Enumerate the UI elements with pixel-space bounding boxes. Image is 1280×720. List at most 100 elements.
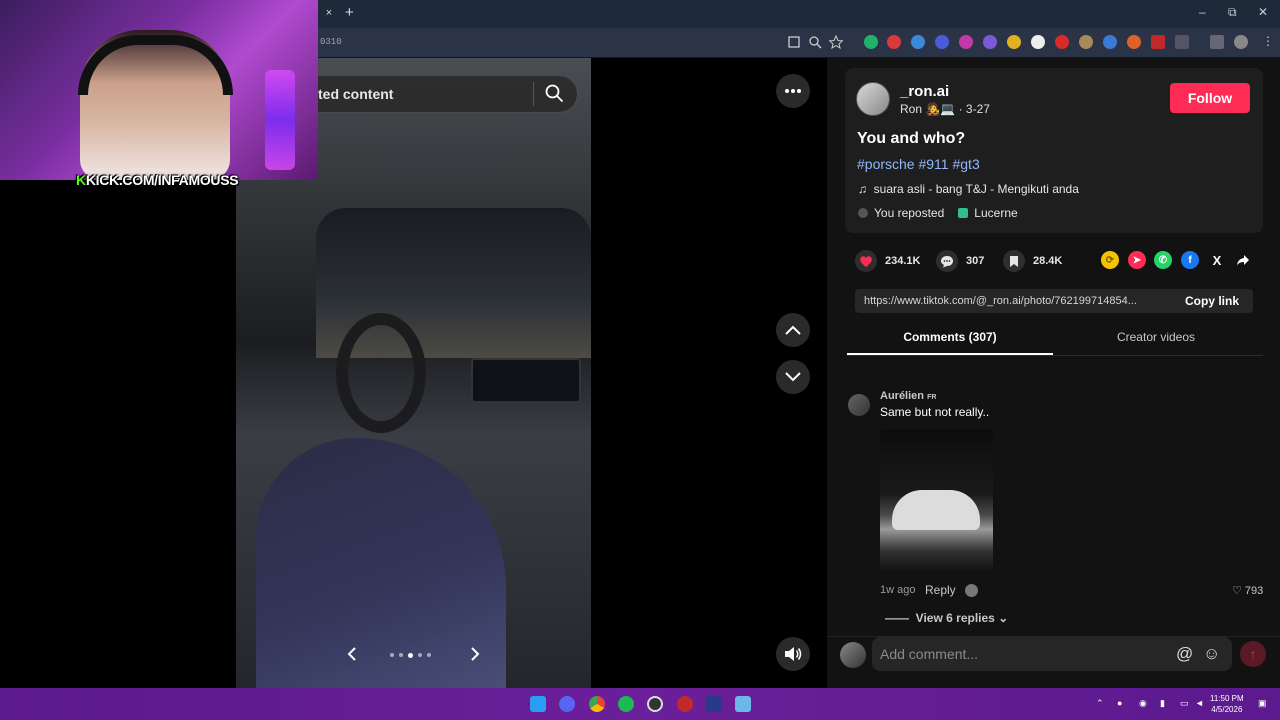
follow-button[interactable]: Follow xyxy=(1170,83,1250,113)
comment-text: Same but not really.. xyxy=(880,405,990,419)
tab-close-button[interactable]: × xyxy=(322,6,336,20)
mention-icon[interactable]: @ xyxy=(1176,644,1193,664)
extension-icon[interactable] xyxy=(1007,35,1021,49)
maximize-button[interactable]: ⧉ xyxy=(1228,5,1237,20)
tray-icon[interactable]: ● xyxy=(1117,698,1122,708)
notification-icon[interactable]: ▣ xyxy=(1258,698,1267,709)
carousel-dot[interactable] xyxy=(418,653,422,657)
photo-steering-wheel xyxy=(336,313,426,433)
carousel-prev-button[interactable] xyxy=(340,643,364,667)
heart-icon xyxy=(860,255,872,267)
extension-icon[interactable] xyxy=(959,35,973,49)
like-button[interactable]: 234.1K xyxy=(855,250,920,272)
extension-icon[interactable] xyxy=(935,35,949,49)
send-comment-button[interactable]: ↑ xyxy=(1240,641,1266,667)
carousel-dot[interactable] xyxy=(427,653,431,657)
commenter-avatar[interactable] xyxy=(848,394,870,416)
url-text[interactable]: 0310 xyxy=(320,37,342,47)
send-share-icon[interactable]: ➤ xyxy=(1128,251,1146,269)
zoom-icon[interactable] xyxy=(808,35,822,49)
more-options-button[interactable] xyxy=(776,74,810,108)
author-emojis: 🧑‍🎤💻 xyxy=(925,102,956,116)
save-button[interactable]: 28.4K xyxy=(1003,250,1062,272)
photo-dashboard-screen xyxy=(471,358,581,403)
emoji-icon[interactable]: ☺ xyxy=(1203,644,1220,664)
comment-like-button[interactable]: ♡ 793 xyxy=(1232,584,1263,597)
repost-share-icon[interactable]: ⟳ xyxy=(1101,251,1119,269)
next-video-button[interactable] xyxy=(776,360,810,394)
tray-discord-icon[interactable]: ◉ xyxy=(1139,698,1147,709)
author-avatar[interactable] xyxy=(856,82,890,116)
extension-icon[interactable] xyxy=(983,35,997,49)
minimize-button[interactable]: – xyxy=(1199,5,1206,19)
post-caption: You and who? xyxy=(857,130,966,147)
extension-icon[interactable] xyxy=(1031,35,1045,49)
previous-video-button[interactable] xyxy=(776,313,810,347)
search-icon[interactable] xyxy=(543,82,565,104)
copy-link-button[interactable]: Copy link xyxy=(1185,294,1239,308)
like-count: 234.1K xyxy=(885,255,921,267)
tray-mic-icon[interactable]: ▮ xyxy=(1160,698,1165,709)
reply-button[interactable]: Reply xyxy=(925,583,956,597)
app-icon[interactable] xyxy=(706,696,722,712)
share-more-icon[interactable] xyxy=(1234,251,1252,269)
carousel-dot[interactable] xyxy=(408,653,413,658)
carousel-dot[interactable] xyxy=(390,653,394,657)
tray-volume-icon[interactable]: ◄ xyxy=(1195,698,1204,708)
extension-icon[interactable] xyxy=(1103,35,1117,49)
music-link[interactable]: ♫ suara asli - bang T&J - Mengikuti anda xyxy=(858,182,1079,196)
search-divider xyxy=(533,82,534,106)
author-username[interactable]: _ron.ai xyxy=(900,83,949,100)
app-icon[interactable] xyxy=(735,696,751,712)
comment-button[interactable]: 307 xyxy=(936,250,984,272)
tab-comments[interactable]: Comments (307) xyxy=(847,330,1053,344)
webcam-pc-lights xyxy=(265,70,295,170)
repost-row: You reposted Lucerne xyxy=(858,206,1018,220)
tab-creator-videos[interactable]: Creator videos xyxy=(1053,330,1259,344)
new-tab-button[interactable]: + xyxy=(345,4,354,21)
tray-network-icon[interactable]: ▭ xyxy=(1180,698,1189,709)
post-hashtags[interactable]: #porsche #911 #gt3 xyxy=(857,156,980,172)
install-app-icon[interactable] xyxy=(787,35,801,49)
facebook-icon[interactable]: f xyxy=(1181,251,1199,269)
taskbar-clock[interactable]: 11:50 PM 4/5/2026 xyxy=(1210,693,1244,715)
extension-icon[interactable] xyxy=(864,35,878,49)
search-input[interactable]: ted content xyxy=(318,86,393,102)
volume-button[interactable] xyxy=(776,637,810,671)
repost-avatar xyxy=(858,208,868,218)
tray-chevron-icon[interactable]: ⌃ xyxy=(1096,698,1104,709)
obs-icon[interactable] xyxy=(647,696,663,712)
app-icon[interactable] xyxy=(677,696,693,712)
x-icon[interactable]: X xyxy=(1208,251,1226,269)
tab-active-indicator xyxy=(847,353,1053,355)
extension-icon[interactable] xyxy=(1079,35,1093,49)
carousel-next-button[interactable] xyxy=(463,643,487,667)
webcam-overlay xyxy=(0,0,318,180)
window-close-button[interactable]: ✕ xyxy=(1258,5,1268,19)
bookmark-icon xyxy=(1010,255,1018,267)
extension-icon[interactable] xyxy=(1055,35,1069,49)
extensions-puzzle-icon[interactable] xyxy=(1175,35,1189,49)
view-replies-button[interactable]: —— View 6 replies ⌄ xyxy=(885,611,1008,625)
location-label[interactable]: Lucerne xyxy=(974,206,1017,220)
chevron-down-icon xyxy=(785,372,801,382)
bookmark-star-icon[interactable] xyxy=(829,35,843,49)
comment-image[interactable] xyxy=(880,430,993,572)
chrome-icon[interactable] xyxy=(589,696,605,712)
save-count: 28.4K xyxy=(1033,255,1063,267)
profile-avatar[interactable] xyxy=(1234,35,1248,49)
spotify-icon[interactable] xyxy=(618,696,634,712)
extension-icon[interactable] xyxy=(887,35,901,49)
reading-list-icon[interactable] xyxy=(1210,35,1224,49)
share-link-text[interactable]: https://www.tiktok.com/@_ron.ai/photo/76… xyxy=(864,295,1137,307)
view-replies-label: View 6 replies xyxy=(915,611,995,625)
discord-icon[interactable] xyxy=(559,696,575,712)
browser-menu-icon[interactable]: ⋮ xyxy=(1262,34,1274,48)
extension-icon[interactable] xyxy=(1127,35,1141,49)
windows-start-icon[interactable] xyxy=(530,696,546,712)
extension-icon[interactable] xyxy=(911,35,925,49)
commenter-username[interactable]: Aurélien FR xyxy=(880,390,936,402)
whatsapp-icon[interactable]: ✆ xyxy=(1154,251,1172,269)
extension-icon[interactable] xyxy=(1151,35,1165,49)
carousel-dot[interactable] xyxy=(399,653,403,657)
